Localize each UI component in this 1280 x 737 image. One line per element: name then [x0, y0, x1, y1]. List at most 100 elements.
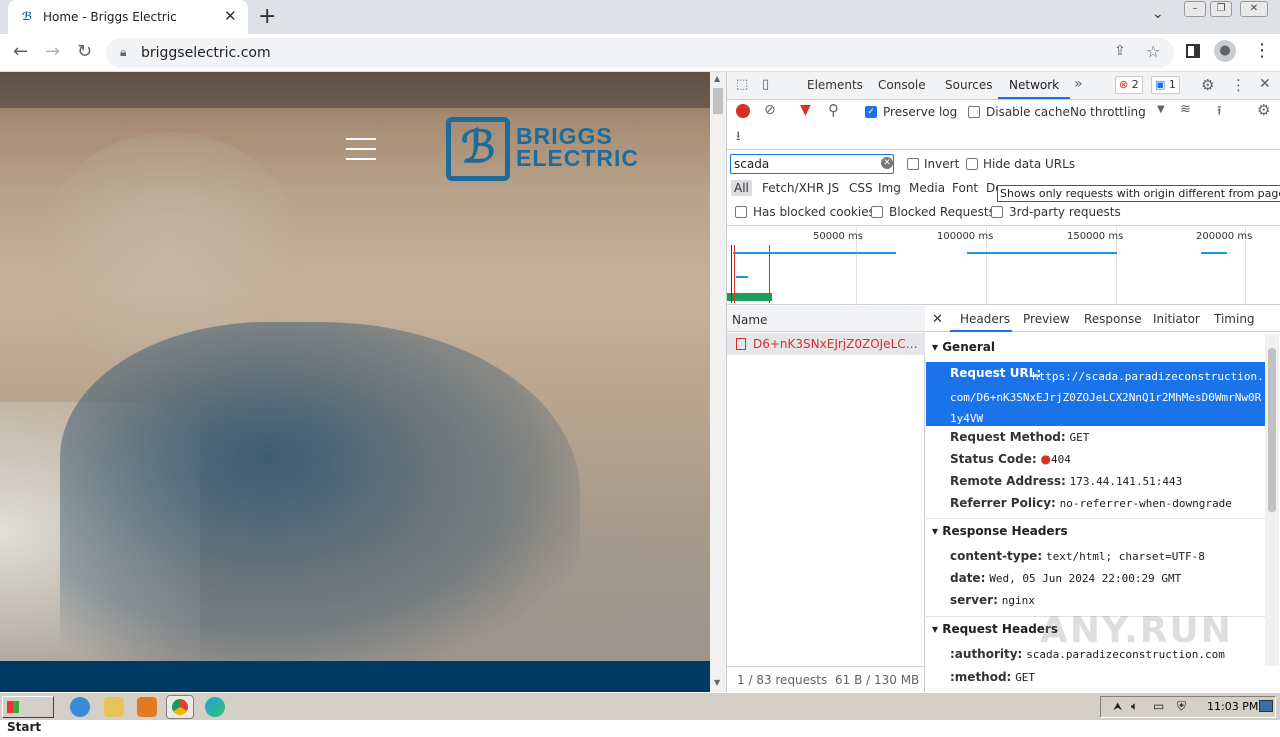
browser-menu-icon[interactable]: ⋮	[1253, 40, 1271, 61]
request-url-row[interactable]: Request URL: https://scada.paradizeconst…	[926, 362, 1265, 426]
filter-input[interactable]: scada ✕	[730, 154, 894, 174]
request-name[interactable]: D6+nK3SNxEJrjZ0ZOJeLCX2N...	[753, 337, 921, 351]
invert-checkbox[interactable]	[907, 158, 919, 170]
hamburger-menu-icon[interactable]	[346, 138, 376, 160]
file-explorer-icon[interactable]	[104, 697, 124, 717]
has-blocked-cookies-label[interactable]: Has blocked cookies	[753, 205, 875, 219]
network-timeline-overview[interactable]: 50000 ms 100000 ms 150000 ms 200000 ms	[727, 227, 1280, 305]
forward-arrow-icon[interactable]: →	[45, 41, 60, 62]
filter-type-img[interactable]: Img	[875, 180, 904, 196]
scroll-down-icon[interactable]: ▼	[714, 678, 720, 687]
internet-explorer-icon[interactable]	[70, 697, 90, 717]
media-player-icon[interactable]	[137, 697, 157, 717]
tab-console[interactable]: Console	[878, 78, 926, 92]
third-party-label[interactable]: 3rd-party requests	[1009, 205, 1121, 219]
response-headers-section-header[interactable]: ▾ Response Headers	[932, 524, 1068, 538]
request-row[interactable]: D6+nK3SNxEJrjZ0ZOJeLCX2N...	[727, 333, 925, 355]
filter-funnel-icon[interactable]: ▼	[800, 102, 811, 118]
security-icon[interactable]: ⛨	[1177, 699, 1186, 714]
settings-gear-icon[interactable]: ⚙	[1201, 76, 1214, 94]
filter-type-js[interactable]: JS	[825, 180, 842, 196]
network-settings-gear-icon[interactable]: ⚙	[1257, 101, 1270, 119]
network-conditions-icon[interactable]: ≋	[1180, 102, 1191, 117]
bookmark-star-icon[interactable]: ☆	[1146, 42, 1160, 61]
filter-type-media[interactable]: Media	[906, 180, 948, 196]
more-tabs-icon[interactable]: »	[1074, 76, 1083, 92]
page-scrollbar[interactable]: ▲ ▼	[710, 72, 726, 692]
clear-icon[interactable]: ⊘	[764, 102, 776, 118]
browser-tab[interactable]: ℬ Home - Briggs Electric ✕	[8, 0, 248, 34]
minimize-button[interactable]: –	[1184, 1, 1206, 17]
filter-type-font[interactable]: Font	[949, 180, 981, 196]
preserve-log-checkbox[interactable]: ✓	[865, 106, 877, 118]
blocked-requests-checkbox[interactable]	[871, 206, 883, 218]
request-method-row: Request Method: GET	[950, 430, 1090, 444]
record-icon[interactable]	[736, 104, 750, 118]
hide-data-urls-checkbox[interactable]	[966, 158, 978, 170]
inspect-element-icon[interactable]: ⬚	[736, 77, 748, 92]
show-desktop-icon[interactable]	[1259, 700, 1273, 712]
edge-icon[interactable]	[205, 697, 225, 717]
throttling-chevron-icon[interactable]: ▼	[1157, 104, 1165, 115]
share-icon[interactable]: ⇪	[1114, 43, 1126, 59]
clock[interactable]: 11:03 PM	[1207, 700, 1258, 713]
scroll-up-icon[interactable]: ▲	[714, 74, 720, 83]
chrome-taskbar-button[interactable]	[166, 695, 194, 719]
network-icon[interactable]: ▭	[1153, 699, 1164, 713]
disable-cache-checkbox[interactable]	[968, 106, 980, 118]
restore-button[interactable]: ❐	[1210, 1, 1232, 17]
tab-headers[interactable]: Headers	[960, 312, 1010, 326]
briggs-electric-logo[interactable]: ℬ BRIGGS ELECTRIC	[446, 117, 661, 181]
side-panel-icon[interactable]	[1186, 44, 1200, 58]
tab-sources[interactable]: Sources	[945, 78, 992, 92]
export-har-icon[interactable]: ⭳	[736, 127, 741, 149]
close-details-icon[interactable]: ✕	[932, 312, 943, 327]
import-har-icon[interactable]: ⭱	[1217, 102, 1222, 124]
new-tab-icon[interactable]: +	[258, 4, 276, 29]
volume-icon[interactable]: 🔈︎	[1131, 699, 1138, 714]
tab-timing[interactable]: Timing	[1214, 312, 1255, 326]
back-arrow-icon[interactable]: ←	[13, 41, 28, 62]
messages-badge[interactable]: ▣ 1	[1151, 76, 1180, 94]
hide-data-urls-label[interactable]: Hide data URLs	[983, 157, 1075, 171]
third-party-checkbox[interactable]	[991, 206, 1003, 218]
tab-initiator[interactable]: Initiator	[1153, 312, 1200, 326]
details-scrollbar[interactable]	[1265, 334, 1279, 666]
name-column-label[interactable]: Name	[732, 313, 767, 327]
tab-close-icon[interactable]: ✕	[224, 7, 237, 25]
details-scroll-thumb[interactable]	[1268, 348, 1276, 512]
has-blocked-cookies-checkbox[interactable]	[735, 206, 747, 218]
devtools-menu-icon[interactable]: ⋮	[1231, 76, 1246, 94]
address-bar[interactable]: 🔒︎ briggselectric.com ⇪ ☆	[106, 38, 1174, 68]
tab-network[interactable]: Network	[1009, 78, 1059, 92]
tab-elements[interactable]: Elements	[807, 78, 863, 92]
filter-type-fetch-xhr[interactable]: Fetch/XHR	[759, 180, 827, 196]
device-toolbar-icon[interactable]: ▯	[762, 77, 769, 92]
page-scroll-thumb[interactable]	[713, 88, 723, 114]
name-column-header[interactable]: Name	[727, 306, 925, 332]
tray-expand-icon[interactable]: ⮝	[1113, 700, 1122, 714]
invert-label[interactable]: Invert	[924, 157, 959, 171]
close-window-button[interactable]: ✕	[1240, 1, 1268, 17]
profile-avatar-icon[interactable]: ●	[1214, 40, 1236, 62]
filter-value[interactable]: scada	[734, 157, 769, 171]
clear-filter-icon[interactable]: ✕	[881, 157, 893, 169]
address-url[interactable]: briggselectric.com	[141, 45, 271, 61]
tab-preview[interactable]: Preview	[1023, 312, 1070, 326]
close-devtools-icon[interactable]: ✕	[1259, 76, 1271, 92]
lock-icon[interactable]: 🔒︎	[120, 45, 126, 60]
request-url-value[interactable]: https://scada.paradizeconstruction.com/D…	[950, 366, 1265, 429]
throttling-select[interactable]: No throttling	[1070, 105, 1146, 119]
start-button[interactable]: Start	[2, 696, 54, 734]
reload-icon[interactable]: ↻	[77, 41, 92, 62]
search-icon[interactable]: ⚲	[828, 101, 839, 119]
tab-response[interactable]: Response	[1084, 312, 1142, 326]
filter-type-css[interactable]: CSS	[846, 180, 876, 196]
blocked-requests-label[interactable]: Blocked Requests	[889, 205, 995, 219]
general-section-header[interactable]: ▾ General	[932, 340, 995, 354]
preserve-log-label[interactable]: Preserve log	[883, 105, 957, 119]
errors-badge[interactable]: ⊗ 2	[1115, 76, 1143, 94]
tab-search-chevron-icon[interactable]: ⌄	[1152, 6, 1164, 22]
disable-cache-label[interactable]: Disable cache	[986, 105, 1070, 119]
filter-type-all[interactable]: All	[731, 180, 752, 196]
